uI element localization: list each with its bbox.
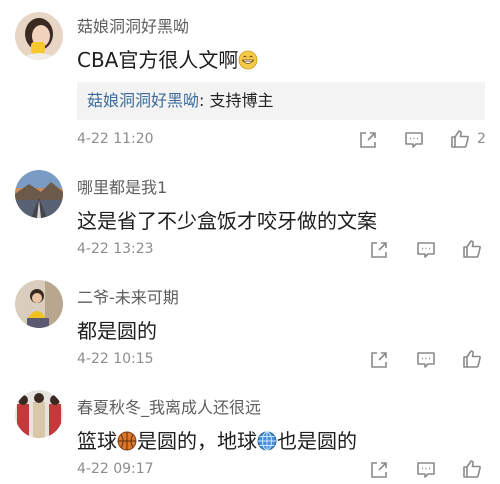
comment-text-part: 是圆的，地球 (137, 429, 257, 453)
timestamp: 4-22 09:17 (77, 461, 154, 477)
thumbs-up-icon[interactable] (461, 238, 483, 260)
share-icon[interactable] (368, 349, 390, 371)
globe-icon (257, 431, 277, 451)
grinning-face-icon (238, 50, 258, 70)
avatar[interactable] (15, 12, 63, 60)
comment-text-content: CBA官方很人文啊 (77, 48, 239, 72)
reply-username[interactable]: 菇娘洞洞好黑呦 (77, 91, 199, 110)
comment-icon[interactable] (415, 239, 437, 261)
avatar[interactable] (15, 390, 63, 438)
comment-item: 春夏秋冬_我离成人还很远 篮球 是圆的，地球 也是圆的 4-22 09:17 (0, 380, 500, 484)
comment-item: 菇娘洞洞好黑呦 CBA官方很人文啊 菇娘洞洞好黑呦: 支持博主 4-22 11:… (0, 0, 500, 160)
thumbs-up-icon[interactable] (461, 458, 483, 480)
thumbs-up-icon[interactable] (461, 348, 483, 370)
comment-icon[interactable] (415, 459, 437, 481)
reply-separator: : (199, 91, 210, 110)
reply-box[interactable]: 菇娘洞洞好黑呦: 支持博主 (77, 82, 485, 120)
share-icon[interactable] (368, 239, 390, 261)
username[interactable]: 春夏秋冬_我离成人还很远 (77, 394, 261, 418)
comment-item: 二爷-未来可期 都是圆的 4-22 10:15 (0, 270, 500, 380)
comment-text-part: 篮球 (77, 429, 117, 453)
comment-text-part: 也是圆的 (277, 429, 357, 453)
avatar[interactable] (15, 170, 63, 218)
comment-icon[interactable] (415, 349, 437, 371)
username[interactable]: 二爷-未来可期 (77, 284, 179, 308)
thumbs-up-icon[interactable] (449, 128, 471, 150)
timestamp: 4-22 13:23 (77, 241, 154, 257)
username[interactable]: 哪里都是我1 (77, 174, 167, 198)
reply-text: 支持博主 (209, 91, 274, 110)
like-count: 2 (477, 131, 486, 147)
comment-text: 这是省了不少盒饭才咬牙做的文案 (77, 209, 377, 233)
comment-icon[interactable] (403, 129, 425, 151)
share-icon[interactable] (357, 129, 379, 151)
timestamp: 4-22 11:20 (77, 131, 154, 147)
avatar[interactable] (15, 280, 63, 328)
timestamp: 4-22 10:15 (77, 351, 154, 367)
username[interactable]: 菇娘洞洞好黑呦 (77, 13, 189, 37)
comment-text: 都是圆的 (77, 319, 157, 343)
basketball-icon (117, 431, 137, 451)
share-icon[interactable] (368, 459, 390, 481)
comment-item: 哪里都是我1 这是省了不少盒饭才咬牙做的文案 4-22 13:23 (0, 160, 500, 270)
comment-text: 篮球 是圆的，地球 也是圆的 (77, 425, 357, 454)
comment-text: CBA官方很人文啊 (77, 44, 258, 73)
